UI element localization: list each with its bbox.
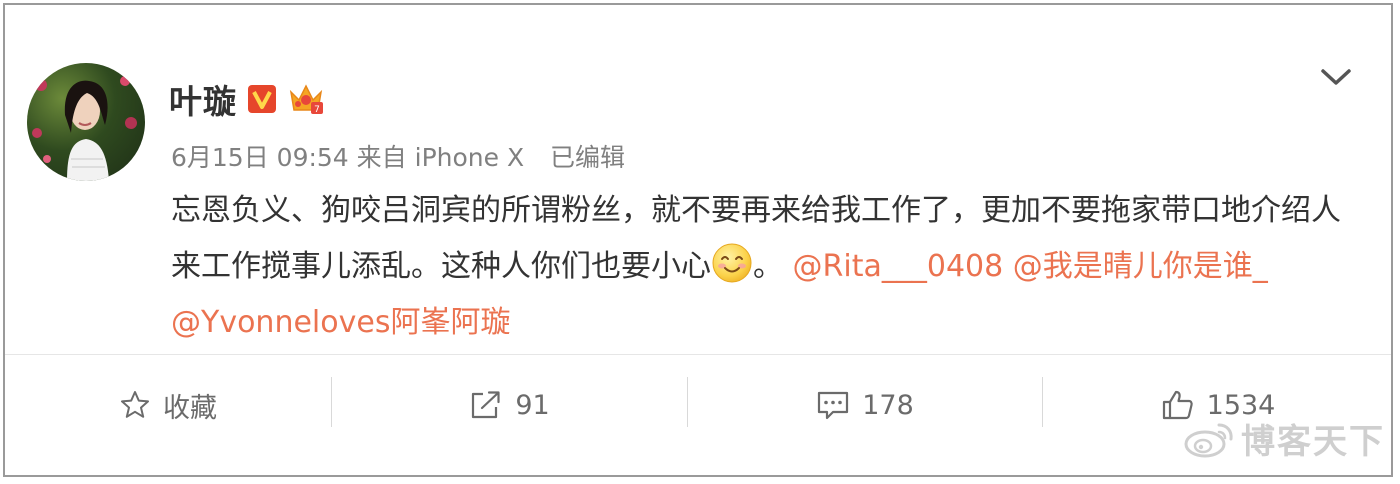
mention-link[interactable]: @Yvonneloves阿峯阿璇 xyxy=(171,305,510,340)
post-source: 来自 iPhone X xyxy=(356,143,525,172)
smiling-face-emoji xyxy=(712,243,752,283)
watermark-text: 博客天下 xyxy=(1241,422,1385,462)
post-content: 忘恩负义、狗咬吕洞宾的所谓粉丝，就不要再来给我工作了，更加不要拖家带口地介绍人来… xyxy=(171,183,1361,351)
comment-icon xyxy=(818,391,849,420)
mention-link[interactable]: @Rita___0408 xyxy=(793,249,1004,284)
repost-count: 91 xyxy=(515,389,550,421)
edited-label[interactable]: 已编辑 xyxy=(550,143,625,172)
svg-text:7: 7 xyxy=(314,105,320,115)
post-text-end: 。 xyxy=(753,249,783,284)
post-meta: 6月15日 09:54 来自 iPhone X 已编辑 xyxy=(171,138,625,174)
comment-button[interactable]: 178 xyxy=(688,355,1042,455)
mention-link[interactable]: @我是晴儿你是谁_ xyxy=(1013,249,1268,284)
star-icon xyxy=(121,391,149,418)
username[interactable]: 叶璇 xyxy=(169,75,237,123)
favorite-button[interactable]: 收藏 xyxy=(5,355,331,455)
favorite-label: 收藏 xyxy=(163,392,217,424)
comment-count: 178 xyxy=(862,389,914,421)
weibo-post-card: 叶璇 7 6月15日 09:54 来自 iPhone X 已编辑 忘恩负义、狗咬… xyxy=(3,3,1393,477)
chevron-down-icon[interactable] xyxy=(1319,63,1353,91)
watermark: 博客天下 xyxy=(1183,414,1385,463)
avatar[interactable] xyxy=(27,63,145,181)
post-timestamp[interactable]: 6月15日 09:54 xyxy=(171,143,349,172)
weibo-logo-icon xyxy=(1184,423,1233,457)
share-arrow-icon xyxy=(472,391,500,419)
username-row: 叶璇 7 xyxy=(169,79,325,121)
crown-member-icon[interactable]: 7 xyxy=(287,80,325,118)
verified-v-badge-icon[interactable] xyxy=(247,84,277,114)
repost-button[interactable]: 91 xyxy=(332,355,687,455)
avatar-image xyxy=(32,76,137,181)
